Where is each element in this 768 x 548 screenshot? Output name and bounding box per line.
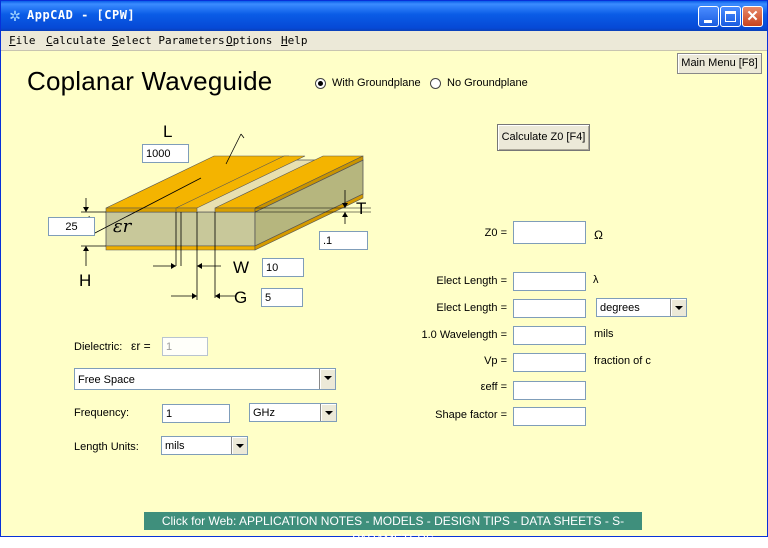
close-button[interactable]: ✕ <box>742 6 763 27</box>
elect-length-degrees-output[interactable] <box>513 299 586 318</box>
z0-unit: Ω <box>594 228 603 242</box>
menu-calculate[interactable]: Calculate <box>46 34 106 47</box>
width-input[interactable]: 10 <box>262 258 304 277</box>
dielectric-select[interactable]: Free Space <box>74 368 336 390</box>
vp-output[interactable] <box>513 353 586 372</box>
epsilon-r-field-label: εr = <box>131 339 151 353</box>
thickness-label: T <box>356 199 367 218</box>
page-title: Coplanar Waveguide <box>27 66 273 96</box>
epsilon-eff-label: εeff = <box>480 381 507 393</box>
elect-length-wavelength-unit: λ <box>593 274 599 286</box>
no-groundplane-label[interactable]: No Groundplane <box>447 77 528 89</box>
elect-length-wavelength-output[interactable] <box>513 272 586 291</box>
menu-bar: File Calculate Select Parameters Options… <box>1 31 767 51</box>
minimize-button[interactable] <box>698 6 719 27</box>
dielectric-label: Dielectric: <box>74 341 123 353</box>
menu-file[interactable]: File <box>9 34 36 47</box>
ground-plane-front <box>105 245 256 251</box>
maximize-button[interactable] <box>720 6 741 27</box>
title-bar[interactable]: ✲ AppCAD - [CPW] ✕ <box>1 1 767 31</box>
dielectric-select-value: Free Space <box>78 374 135 386</box>
vp-label: Vp = <box>484 355 507 367</box>
main-menu-button[interactable]: Main Menu [F8] <box>677 53 762 74</box>
epsilon-r-input[interactable]: 1 <box>162 337 208 356</box>
frequency-label: Frequency: <box>74 407 130 419</box>
z0-label: Z0 = <box>484 227 507 239</box>
no-groundplane-radio[interactable] <box>430 78 441 89</box>
epsilon-eff-output[interactable] <box>513 381 586 400</box>
width-label: W <box>233 258 250 277</box>
wavelength-label: 1.0 Wavelength = <box>421 329 507 341</box>
height-label: H <box>79 271 92 290</box>
gap-input[interactable]: 5 <box>261 288 303 307</box>
sparkle-icon: ✲ <box>9 8 21 24</box>
vp-unit: fraction of c <box>594 355 651 367</box>
calculate-z0-button[interactable]: Calculate Z0 [F4] <box>497 124 590 151</box>
shape-factor-label: Shape factor = <box>435 409 507 421</box>
length-units-select[interactable]: mils <box>161 436 248 455</box>
chevron-down-icon[interactable] <box>319 369 335 389</box>
gap-label: G <box>234 288 248 307</box>
menu-help[interactable]: Help <box>281 34 308 47</box>
length-label: L <box>163 122 173 141</box>
shape-factor-output[interactable] <box>513 407 586 426</box>
length-input[interactable]: 1000 <box>142 144 189 163</box>
chevron-down-icon[interactable] <box>231 437 247 454</box>
wavelength-output[interactable] <box>513 326 586 345</box>
with-groundplane-label[interactable]: With Groundplane <box>332 77 421 89</box>
web-resources-link[interactable]: Click for Web: APPLICATION NOTES - MODEL… <box>144 512 642 546</box>
frequency-input[interactable]: 1 <box>162 404 230 423</box>
thickness-input[interactable]: .1 <box>319 231 368 250</box>
chevron-down-icon[interactable] <box>320 404 336 421</box>
height-input[interactable]: 25 <box>48 217 95 236</box>
epsilon-r-label: εr <box>113 216 132 237</box>
frequency-unit-select[interactable]: GHz <box>249 403 337 422</box>
client-area: Main Menu [F8] Coplanar Waveguide With G… <box>1 52 767 546</box>
elect-length-unit-select[interactable]: degrees <box>596 298 687 317</box>
wavelength-unit: mils <box>594 328 614 340</box>
with-groundplane-radio[interactable] <box>315 78 326 89</box>
length-units-value: mils <box>165 440 185 452</box>
minimize-icon <box>704 20 712 23</box>
chevron-down-icon[interactable] <box>670 299 686 316</box>
app-window: ✲ AppCAD - [CPW] ✕ File Calculate Select… <box>0 0 768 546</box>
z0-output[interactable] <box>513 221 586 244</box>
maximize-icon <box>725 11 736 22</box>
menu-options[interactable]: Options <box>226 34 272 47</box>
window-title: AppCAD - [CPW] <box>27 8 136 22</box>
elect-length-degrees-label: Elect Length = <box>436 302 507 314</box>
length-units-label: Length Units: <box>74 441 139 453</box>
menu-select-parameters[interactable]: Select Parameters <box>112 34 225 47</box>
elect-length-wavelength-label: Elect Length = <box>436 275 507 287</box>
cpw-diagram <box>81 133 371 300</box>
elect-length-unit-value: degrees <box>600 302 640 314</box>
frequency-unit-value: GHz <box>253 407 275 419</box>
close-icon: ✕ <box>746 8 759 25</box>
